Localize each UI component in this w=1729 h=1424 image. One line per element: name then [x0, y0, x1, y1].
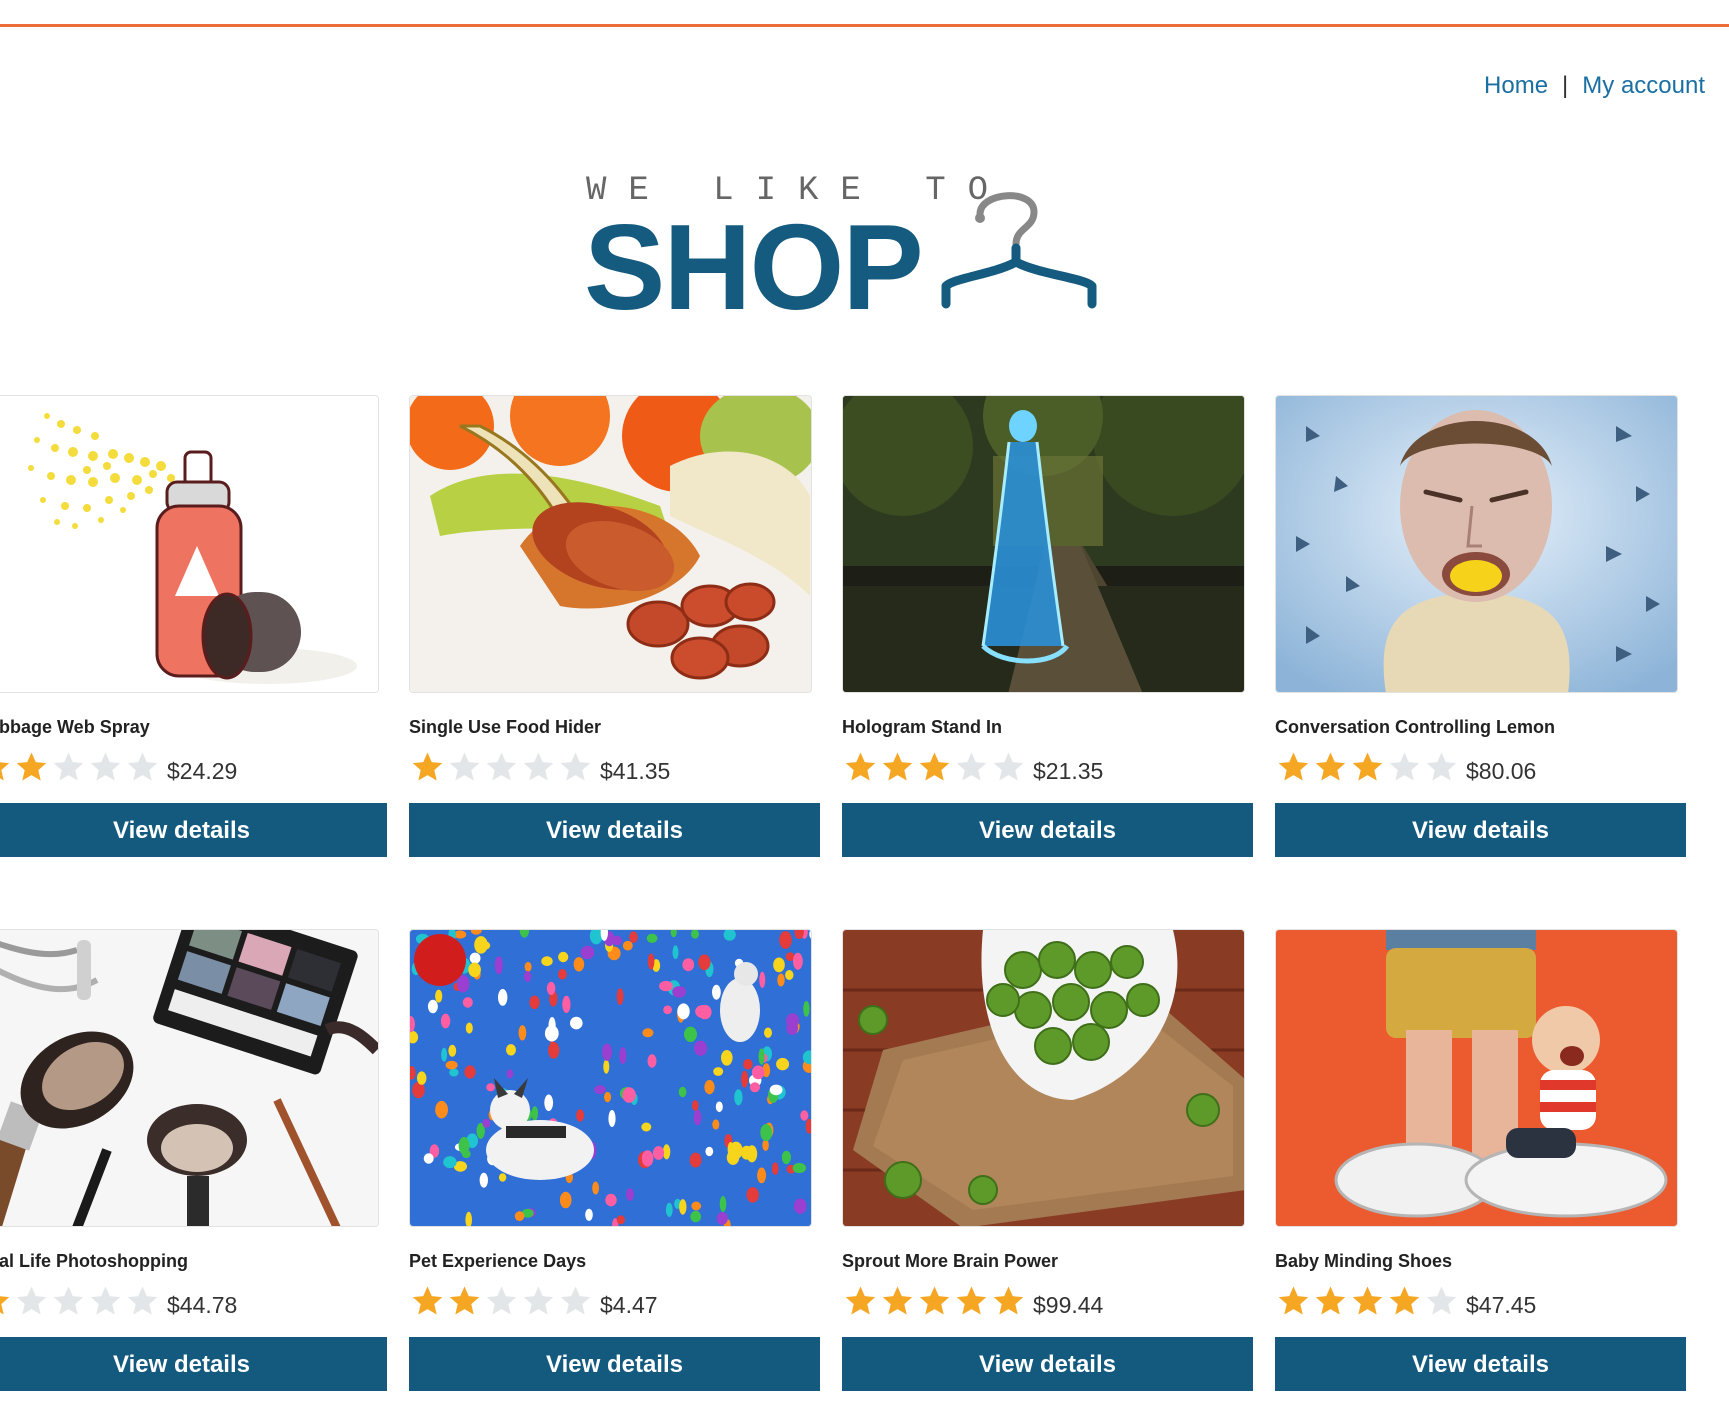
- view-details-button[interactable]: View details: [842, 1337, 1253, 1391]
- product-price: $24.29: [167, 757, 238, 784]
- star-rating: [409, 1284, 594, 1318]
- star-empty-icon: [449, 752, 480, 781]
- home-link[interactable]: Home: [1484, 72, 1548, 99]
- product-rating: $44.78: [0, 1281, 237, 1321]
- star-filled-icon: [882, 1286, 913, 1315]
- product-image[interactable]: [0, 929, 379, 1227]
- product-price: $21.35: [1033, 757, 1104, 784]
- product-image[interactable]: [842, 395, 1245, 693]
- product-price: $41.35: [600, 757, 671, 784]
- star-filled-icon: [0, 762, 10, 781]
- star-filled-icon: [1315, 752, 1346, 781]
- product-name: Sprout More Brain Power: [842, 1251, 1059, 1271]
- product-name: Single Use Food Hider: [409, 717, 602, 737]
- star-empty-icon: [1426, 752, 1457, 781]
- star-filled-icon: [412, 1286, 443, 1315]
- product-image[interactable]: [409, 395, 812, 693]
- star-empty-icon: [523, 1286, 554, 1315]
- product-rating: $99.44: [842, 1281, 1103, 1321]
- product-name: Babbage Web Spray: [0, 717, 150, 737]
- star-empty-icon: [486, 752, 517, 781]
- star-filled-icon: [1352, 752, 1383, 781]
- star-empty-icon: [560, 1286, 591, 1315]
- star-empty-icon: [127, 752, 158, 781]
- star-filled-icon: [956, 1286, 987, 1315]
- top-navigation: Home | My account: [1484, 72, 1705, 100]
- product-name: Conversation Controlling Lemon: [1275, 717, 1556, 737]
- star-rating: [1275, 1284, 1460, 1318]
- view-details-button[interactable]: View details: [0, 1337, 387, 1391]
- star-filled-icon: [0, 1296, 10, 1315]
- star-empty-icon: [90, 1286, 121, 1315]
- star-empty-icon: [560, 752, 591, 781]
- product-price: $99.44: [1033, 1291, 1104, 1318]
- my-account-link[interactable]: My account: [1582, 72, 1705, 99]
- hanger-icon: [941, 192, 1097, 309]
- star-filled-icon: [1315, 1286, 1346, 1315]
- product-rating: $21.35: [842, 747, 1103, 787]
- product-price: $4.47: [600, 1291, 658, 1318]
- product-image[interactable]: [1275, 395, 1678, 693]
- star-filled-icon: [845, 752, 876, 781]
- product-rating: $24.29: [0, 747, 237, 787]
- star-rating: [409, 750, 594, 784]
- view-details-button[interactable]: View details: [409, 803, 820, 857]
- product-name: Real Life Photoshopping: [0, 1251, 188, 1271]
- star-empty-icon: [486, 1286, 517, 1315]
- star-rating: [0, 1284, 161, 1318]
- product-price: $44.78: [167, 1291, 238, 1318]
- star-filled-icon: [1278, 1286, 1309, 1315]
- star-filled-icon: [1389, 1286, 1420, 1315]
- star-rating: [842, 750, 1027, 784]
- top-accent-bar: [0, 0, 1729, 27]
- view-details-button[interactable]: View details: [1275, 1337, 1686, 1391]
- nav-separator: |: [1562, 72, 1569, 99]
- star-filled-icon: [919, 1286, 950, 1315]
- view-details-button[interactable]: View details: [409, 1337, 820, 1391]
- star-filled-icon: [16, 752, 47, 781]
- product-price: $80.06: [1466, 757, 1537, 784]
- star-empty-icon: [53, 1286, 84, 1315]
- product-image[interactable]: [0, 395, 379, 693]
- star-rating: [842, 1284, 1027, 1318]
- star-empty-icon: [523, 752, 554, 781]
- site-logo[interactable]: WE LIKE TO SHOP: [584, 172, 1124, 328]
- star-empty-icon: [956, 752, 987, 781]
- star-empty-icon: [53, 752, 84, 781]
- star-filled-icon: [919, 752, 950, 781]
- product-image[interactable]: [409, 929, 812, 1227]
- view-details-button[interactable]: View details: [1275, 803, 1686, 857]
- product-rating: $80.06: [1275, 747, 1536, 787]
- star-filled-icon: [1352, 1286, 1383, 1315]
- star-empty-icon: [993, 752, 1024, 781]
- star-filled-icon: [449, 1286, 480, 1315]
- star-filled-icon: [412, 752, 443, 781]
- star-empty-icon: [16, 1286, 47, 1315]
- view-details-button[interactable]: View details: [0, 803, 387, 857]
- product-rating: $41.35: [409, 747, 670, 787]
- star-empty-icon: [127, 1286, 158, 1315]
- star-filled-icon: [845, 1286, 876, 1315]
- product-rating: $47.45: [1275, 1281, 1536, 1321]
- star-empty-icon: [1389, 752, 1420, 781]
- star-filled-icon: [993, 1286, 1024, 1315]
- product-name: Baby Minding Shoes: [1275, 1251, 1453, 1271]
- product-image[interactable]: [842, 929, 1245, 1227]
- star-rating: [1275, 750, 1460, 784]
- product-rating: $4.47: [409, 1281, 658, 1321]
- product-image[interactable]: [1275, 929, 1678, 1227]
- star-rating: [0, 750, 161, 784]
- product-name: Pet Experience Days: [409, 1251, 587, 1271]
- star-filled-icon: [1278, 752, 1309, 781]
- view-details-button[interactable]: View details: [842, 803, 1253, 857]
- star-empty-icon: [90, 752, 121, 781]
- star-filled-icon: [882, 752, 913, 781]
- product-price: $47.45: [1466, 1291, 1537, 1318]
- star-empty-icon: [1426, 1286, 1457, 1315]
- product-name: Hologram Stand In: [842, 717, 1003, 737]
- logo-wordmark: SHOP: [584, 199, 924, 335]
